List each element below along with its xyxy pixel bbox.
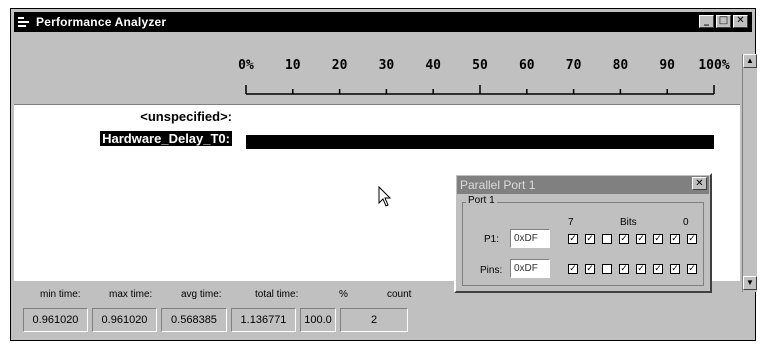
bits-label: Bits bbox=[620, 217, 637, 228]
scale-tick-label: 30 bbox=[378, 58, 395, 73]
p1-bit-5-checkbox[interactable] bbox=[602, 234, 612, 244]
pins-bit-1-checkbox[interactable]: ✓ bbox=[670, 264, 680, 274]
pins-bit-4-checkbox[interactable]: ✓ bbox=[619, 264, 629, 274]
vertical-scrollbar[interactable]: ▲ ▼ bbox=[742, 54, 757, 292]
scroll-down-button[interactable]: ▼ bbox=[743, 276, 757, 290]
pins-bit-7-checkbox[interactable]: ✓ bbox=[568, 264, 578, 274]
row-label-unspecified[interactable]: <unspecified>: bbox=[140, 109, 232, 124]
pins-label: Pins: bbox=[480, 265, 503, 276]
parallel-port-dialog: Parallel Port 1 ✕ Port 1 7 Bits 0 P1: 0x… bbox=[454, 173, 712, 293]
scale-tick-label: 100% bbox=[698, 58, 730, 73]
row-bar-hardware-delay bbox=[246, 135, 714, 149]
row-label-hardware-delay[interactable]: Hardware_Delay_T0: bbox=[100, 131, 232, 146]
p1-bit-4-checkbox[interactable]: ✓ bbox=[619, 234, 629, 244]
port-1-group-label: Port 1 bbox=[466, 195, 497, 206]
p1-value-field[interactable]: 0xDF bbox=[510, 229, 550, 248]
max-time-label: max time: bbox=[109, 289, 153, 300]
mouse-pointer-icon bbox=[378, 186, 392, 207]
minimize-button[interactable]: _ bbox=[699, 15, 714, 28]
min-time-value: 0.961020 bbox=[23, 308, 88, 332]
bit-7-label: 7 bbox=[568, 217, 574, 228]
maximize-button[interactable]: □ bbox=[716, 15, 731, 28]
percent-value: 100.0 bbox=[300, 308, 336, 332]
scale-tick-label: 50 bbox=[472, 58, 488, 73]
pins-value-field[interactable]: 0xDF bbox=[510, 259, 550, 278]
scale-tick-label: 70 bbox=[565, 58, 582, 73]
p1-bit-2-checkbox[interactable]: ✓ bbox=[653, 234, 663, 244]
min-time-label: min time: bbox=[40, 289, 81, 300]
pins-bit-0-checkbox[interactable]: ✓ bbox=[687, 264, 697, 274]
pins-bit-3-checkbox[interactable]: ✓ bbox=[636, 264, 646, 274]
max-time-value: 0.961020 bbox=[92, 308, 157, 332]
p1-bit-0-checkbox[interactable]: ✓ bbox=[687, 234, 697, 244]
avg-time-value: 0.568385 bbox=[161, 308, 227, 332]
parallel-port-close-button[interactable]: ✕ bbox=[692, 177, 707, 190]
title-bar[interactable]: Performance Analyzer _ □ ✕ bbox=[14, 12, 752, 32]
count-value: 2 bbox=[340, 308, 408, 332]
p1-bit-6-checkbox[interactable]: ✓ bbox=[585, 234, 595, 244]
scale-tick-label: 20 bbox=[331, 58, 348, 73]
window-title: Performance Analyzer bbox=[36, 15, 167, 29]
scale-tick-label: 60 bbox=[518, 58, 535, 73]
parallel-port-title[interactable]: Parallel Port 1 bbox=[457, 176, 709, 194]
p1-bit-3-checkbox[interactable]: ✓ bbox=[636, 234, 646, 244]
scale-tick-label: 90 bbox=[659, 58, 676, 73]
percent-label: % bbox=[339, 289, 348, 300]
p1-label: P1: bbox=[484, 234, 500, 245]
percent-scale: 0% 10 20 30 40 50 60 70 80 90 100% bbox=[14, 34, 740, 105]
scale-tick-label: 40 bbox=[425, 58, 442, 73]
count-label: count bbox=[387, 289, 412, 300]
pins-bit-2-checkbox[interactable]: ✓ bbox=[653, 264, 663, 274]
scale-ruler bbox=[245, 85, 715, 95]
p1-bit-1-checkbox[interactable]: ✓ bbox=[670, 234, 680, 244]
scroll-up-button[interactable]: ▲ bbox=[743, 54, 757, 68]
bit-0-label: 0 bbox=[683, 217, 689, 228]
total-time-value: 1.136771 bbox=[231, 308, 296, 332]
avg-time-label: avg time: bbox=[181, 289, 222, 300]
scale-tick-label: 0% bbox=[238, 58, 254, 73]
p1-bit-7-checkbox[interactable]: ✓ bbox=[568, 234, 578, 244]
performance-analyzer-icon bbox=[18, 16, 32, 28]
total-time-label: total time: bbox=[255, 289, 299, 300]
pins-bit-6-checkbox[interactable]: ✓ bbox=[585, 264, 595, 274]
close-button[interactable]: ✕ bbox=[733, 15, 748, 28]
pins-bit-5-checkbox[interactable] bbox=[602, 264, 612, 274]
scale-tick-label: 80 bbox=[612, 58, 629, 73]
scale-tick-label: 10 bbox=[284, 58, 301, 73]
